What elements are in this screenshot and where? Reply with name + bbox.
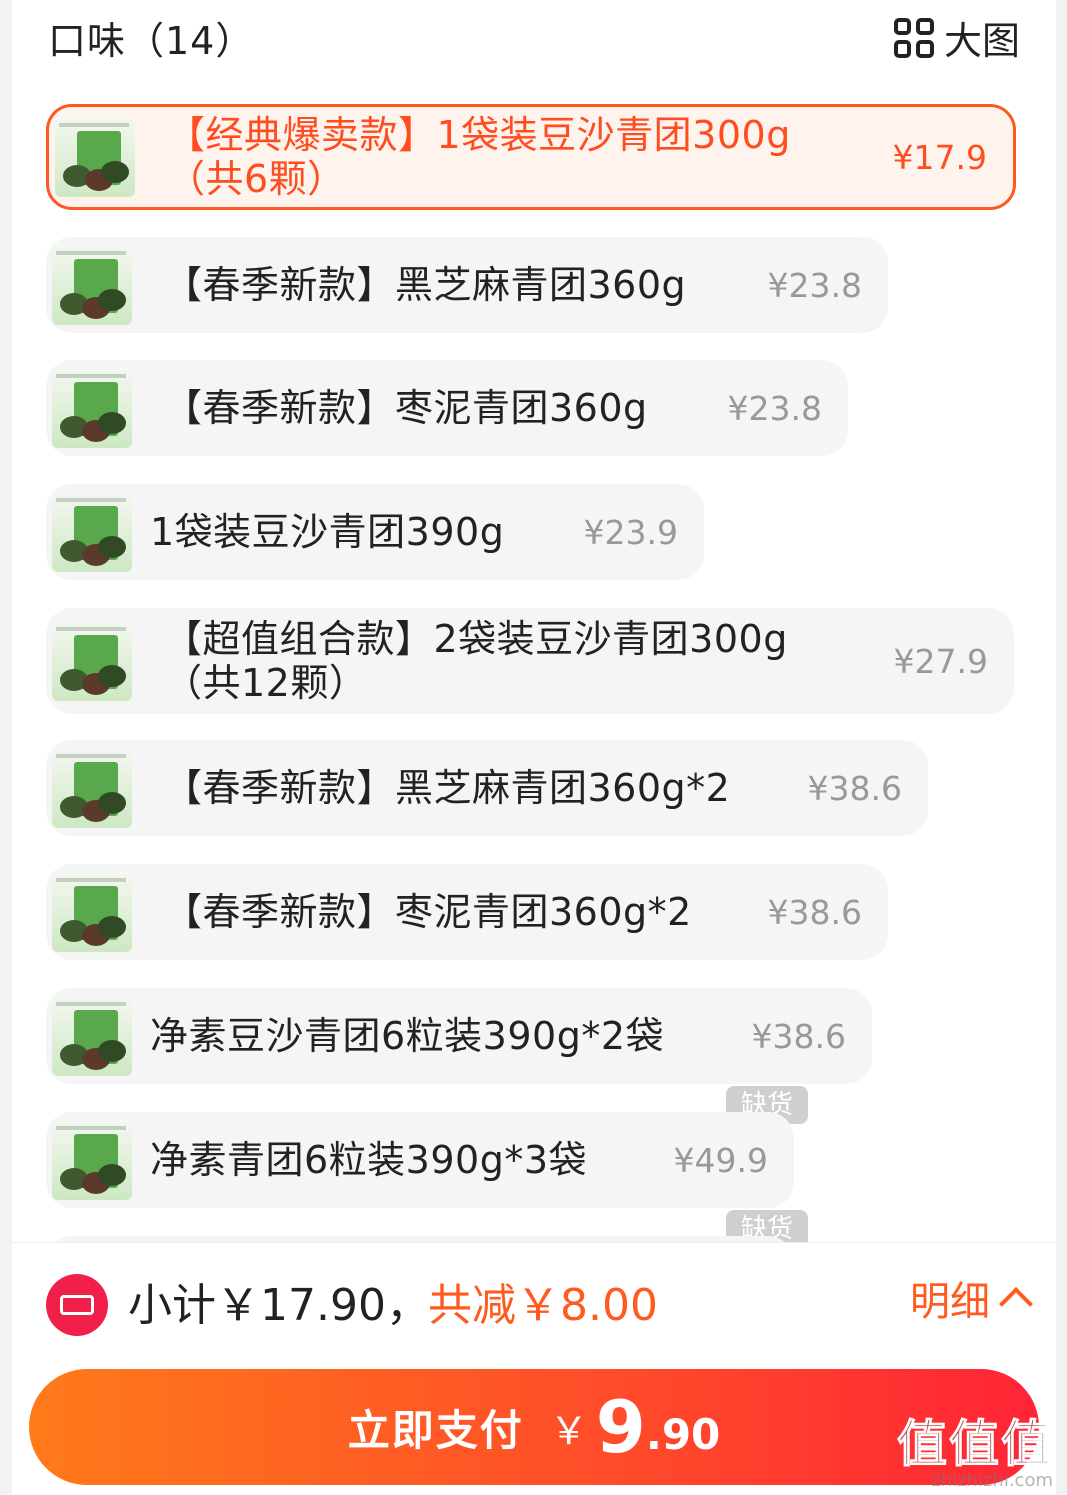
flavor-option-price: ¥49.9 [673, 1140, 768, 1180]
flavor-option[interactable]: 【春季新款】黑芝麻青团360g ¥23.8 [46, 237, 888, 333]
product-thumbnail [52, 996, 132, 1076]
discount-text: 共减￥8.00 [428, 1280, 658, 1331]
flavor-option-name: 【春季新款】枣泥青团360g*2 [164, 890, 692, 934]
product-thumbnail [55, 117, 135, 197]
pay-now-button[interactable]: 立即支付 ￥ 9 .90 [29, 1369, 1039, 1485]
flavor-option-name: 【春季新款】黑芝麻青团360g*2 [164, 766, 731, 810]
coupon-icon [46, 1274, 108, 1336]
product-thumbnail [52, 492, 132, 572]
product-thumbnail [52, 872, 132, 952]
flavor-option[interactable]: 【超值组合款】2袋装豆沙青团300g（共12颗） ¥27.9 [46, 608, 1014, 714]
flavor-option-name: 净素豆沙青团6粒装390g*2袋 [150, 1014, 665, 1058]
product-thumbnail [52, 621, 132, 701]
big-image-label: 大图 [943, 19, 1020, 63]
pay-amount-decimal: .90 [645, 1409, 721, 1459]
watermark-logo: 值值值 [897, 1415, 1053, 1474]
product-thumbnail [52, 245, 132, 325]
flavor-option-name: 净素青团6粒装390g*3袋 [150, 1138, 588, 1182]
flavor-option-name: 【经典爆卖款】1袋装豆沙青团300g（共6颗） [167, 113, 791, 201]
flavor-option[interactable]: 净素豆沙青团6粒装390g*2袋 ¥38.6 [46, 988, 872, 1084]
watermark: 值值值 zhizhizhi.com [897, 1404, 1054, 1492]
flavor-option[interactable]: 【春季新款】枣泥青团360g*2 ¥38.6 [46, 864, 888, 960]
flavor-option-list[interactable]: 【经典爆卖款】1袋装豆沙青团300g（共6颗） ¥17.9 【春季新款】黑芝麻青… [12, 0, 1056, 1242]
price-detail-label: 明细 [910, 1279, 990, 1325]
flavor-option-price: ¥38.6 [807, 768, 902, 808]
flavor-option[interactable]: 净素青团6粒装390g*3袋 ¥49.9 [46, 1112, 794, 1208]
flavor-option-price: ¥27.9 [893, 641, 988, 681]
flavor-option-name: 【春季新款】黑芝麻青团360g [164, 263, 687, 307]
product-thumbnail [52, 748, 132, 828]
flavor-option[interactable]: 【春季新款】枣泥青团360g ¥23.8 [46, 360, 848, 456]
grid-view-icon [893, 17, 934, 58]
big-image-toggle[interactable]: 大图 [893, 10, 1020, 65]
price-detail-button[interactable]: 明细 [910, 1269, 1033, 1327]
flavor-option-price: ¥17.9 [892, 137, 987, 177]
pay-now-label: 立即支付 [347, 1405, 524, 1455]
product-thumbnail [52, 368, 132, 448]
flavor-option-price: ¥23.9 [583, 512, 678, 552]
pay-currency: ￥ [549, 1408, 588, 1453]
sku-selector-sheet: 【经典爆卖款】1袋装豆沙青团300g（共6颗） ¥17.9 【春季新款】黑芝麻青… [12, 0, 1056, 1495]
flavor-option-name: 【春季新款】枣泥青团360g [164, 386, 648, 430]
flavor-option-price: ¥38.6 [751, 1016, 846, 1056]
product-thumbnail [52, 1120, 132, 1200]
pay-amount-integer: 9 [595, 1385, 646, 1469]
chevron-up-icon [999, 1287, 1033, 1321]
flavor-option-name: 【超值组合款】2袋装豆沙青团300g（共12颗） [164, 617, 788, 705]
sheet-header: 口味（14） 大图 [12, 0, 1056, 70]
flavor-option-price: ¥23.8 [767, 265, 862, 305]
flavor-option-price: ¥23.8 [727, 388, 822, 428]
flavor-option-price: ¥38.6 [767, 892, 862, 932]
flavor-section-title: 口味（14） [48, 19, 255, 63]
flavor-option[interactable]: 【春季新款】黑芝麻青团360g*2 ¥38.6 [46, 740, 928, 836]
flavor-option[interactable]: 1袋装豆沙青团390g ¥23.9 [46, 484, 704, 580]
flavor-option[interactable]: 【经典爆卖款】1袋装豆沙青团300g（共6颗） ¥17.9 [46, 104, 1016, 210]
flavor-option-name: 1袋装豆沙青团390g [150, 510, 505, 554]
subtotal-text: 小计￥17.90， [128, 1280, 430, 1331]
